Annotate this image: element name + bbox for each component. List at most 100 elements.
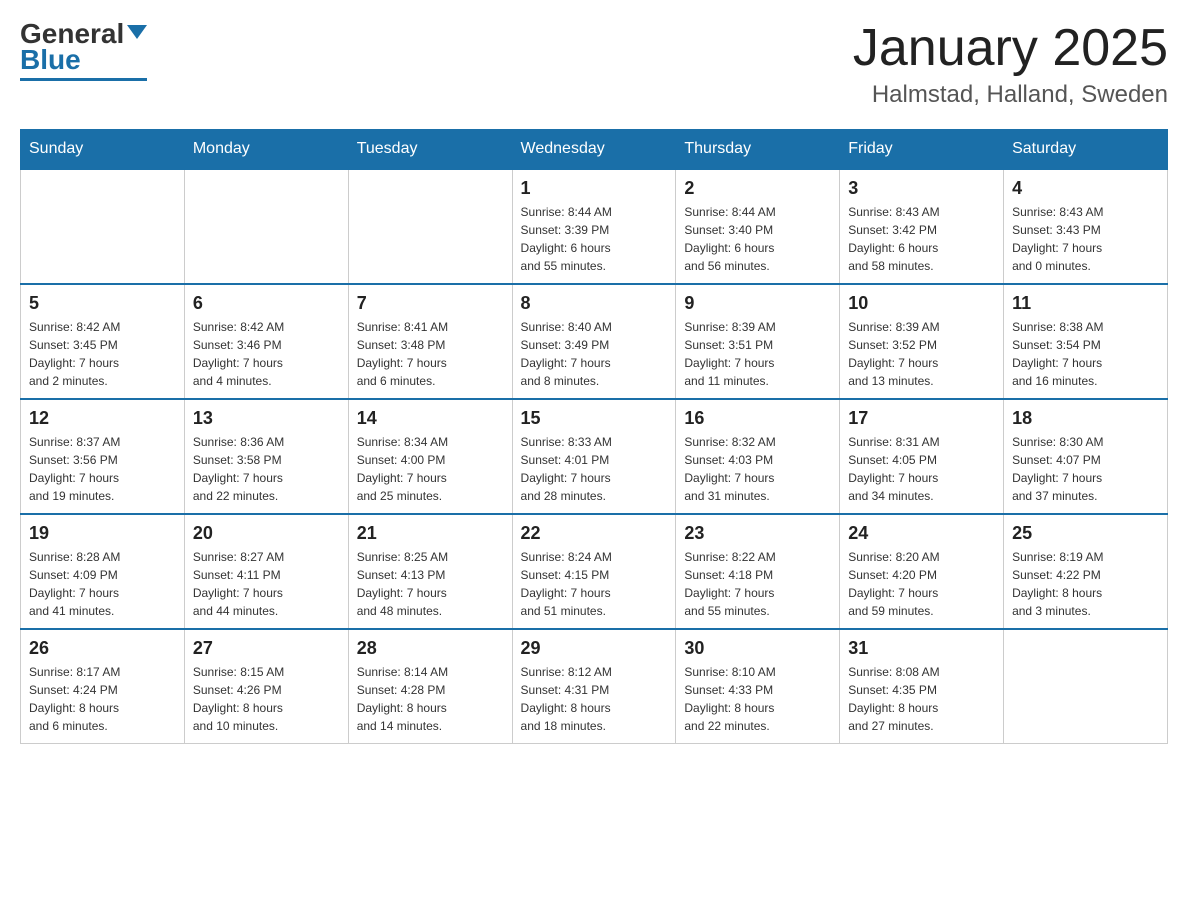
day-number: 28: [357, 638, 504, 659]
day-info: Sunrise: 8:30 AM Sunset: 4:07 PM Dayligh…: [1012, 433, 1159, 505]
day-number: 25: [1012, 523, 1159, 544]
day-info: Sunrise: 8:31 AM Sunset: 4:05 PM Dayligh…: [848, 433, 995, 505]
calendar-cell: 21Sunrise: 8:25 AM Sunset: 4:13 PM Dayli…: [348, 514, 512, 629]
day-info: Sunrise: 8:44 AM Sunset: 3:39 PM Dayligh…: [521, 203, 668, 275]
day-number: 5: [29, 293, 176, 314]
calendar-cell: 16 Sunrise: 8:32 AM Sunset: 4:03 PM Dayli…: [676, 399, 840, 514]
day-info: Sunrise: 8:36 AM Sunset: 3:58 PM Dayligh…: [193, 433, 340, 505]
day-number: 15: [521, 408, 668, 429]
calendar-header-row: SundayMondayTuesdayWednesdayThursdayFrid…: [21, 130, 1168, 170]
day-number: 9: [684, 293, 831, 314]
day-number: 19: [29, 523, 176, 544]
day-number: 16: [684, 408, 831, 429]
day-number: 29: [521, 638, 668, 659]
calendar-cell: 5 Sunrise: 8:42 AM Sunset: 3:45 PM Daylig…: [21, 284, 185, 399]
column-header-friday: Friday: [840, 130, 1004, 170]
day-number: 13: [193, 408, 340, 429]
calendar-week-row: 19 Sunrise: 8:28 AM Sunset: 4:09 PM Dayli…: [21, 514, 1168, 629]
calendar-week-row: 26 Sunrise: 8:17 AM Sunset: 4:24 PM Dayli…: [21, 629, 1168, 744]
calendar-cell: 18Sunrise: 8:30 AM Sunset: 4:07 PM Dayli…: [1004, 399, 1168, 514]
column-header-sunday: Sunday: [21, 130, 185, 170]
day-info: Sunrise: 8:43 AM Sunset: 3:43 PM Dayligh…: [1012, 203, 1159, 275]
calendar-cell: [348, 169, 512, 284]
day-number: 2: [684, 178, 831, 199]
day-number: 30: [684, 638, 831, 659]
calendar-cell: 10Sunrise: 8:39 AM Sunset: 3:52 PM Dayli…: [840, 284, 1004, 399]
calendar-cell: [184, 169, 348, 284]
day-info: Sunrise: 8:39 AM Sunset: 3:52 PM Dayligh…: [848, 318, 995, 390]
day-info: Sunrise: 8:17 AM Sunset: 4:24 PM Dayligh…: [29, 663, 176, 735]
calendar-cell: 30 Sunrise: 8:10 AM Sunset: 4:33 PM Dayli…: [676, 629, 840, 744]
day-number: 4: [1012, 178, 1159, 199]
calendar-cell: 3Sunrise: 8:43 AM Sunset: 3:42 PM Daylig…: [840, 169, 1004, 284]
calendar-cell: 2 Sunrise: 8:44 AM Sunset: 3:40 PM Daylig…: [676, 169, 840, 284]
day-number: 31: [848, 638, 995, 659]
calendar-cell: [21, 169, 185, 284]
calendar-cell: 9Sunrise: 8:39 AM Sunset: 3:51 PM Daylig…: [676, 284, 840, 399]
calendar-week-row: 5 Sunrise: 8:42 AM Sunset: 3:45 PM Daylig…: [21, 284, 1168, 399]
day-info: Sunrise: 8:24 AM Sunset: 4:15 PM Dayligh…: [521, 548, 668, 620]
day-info: Sunrise: 8:08 AM Sunset: 4:35 PM Dayligh…: [848, 663, 995, 735]
calendar-cell: 17 Sunrise: 8:31 AM Sunset: 4:05 PM Dayli…: [840, 399, 1004, 514]
day-info: Sunrise: 8:27 AM Sunset: 4:11 PM Dayligh…: [193, 548, 340, 620]
column-header-tuesday: Tuesday: [348, 130, 512, 170]
day-info: Sunrise: 8:25 AM Sunset: 4:13 PM Dayligh…: [357, 548, 504, 620]
day-number: 14: [357, 408, 504, 429]
calendar-cell: 31 Sunrise: 8:08 AM Sunset: 4:35 PM Dayli…: [840, 629, 1004, 744]
day-number: 22: [521, 523, 668, 544]
day-info: Sunrise: 8:44 AM Sunset: 3:40 PM Dayligh…: [684, 203, 831, 275]
day-info: Sunrise: 8:32 AM Sunset: 4:03 PM Dayligh…: [684, 433, 831, 505]
column-header-monday: Monday: [184, 130, 348, 170]
calendar-cell: 12 Sunrise: 8:37 AM Sunset: 3:56 PM Dayli…: [21, 399, 185, 514]
location-subtitle: Halmstad, Halland, Sweden: [853, 81, 1168, 109]
day-info: Sunrise: 8:19 AM Sunset: 4:22 PM Dayligh…: [1012, 548, 1159, 620]
day-info: Sunrise: 8:10 AM Sunset: 4:33 PM Dayligh…: [684, 663, 831, 735]
day-info: Sunrise: 8:43 AM Sunset: 3:42 PM Dayligh…: [848, 203, 995, 275]
calendar-cell: 15Sunrise: 8:33 AM Sunset: 4:01 PM Dayli…: [512, 399, 676, 514]
day-info: Sunrise: 8:28 AM Sunset: 4:09 PM Dayligh…: [29, 548, 176, 620]
calendar-cell: 14 Sunrise: 8:34 AM Sunset: 4:00 PM Dayli…: [348, 399, 512, 514]
title-section: January 2025 Halmstad, Halland, Sweden: [853, 20, 1168, 109]
day-number: 6: [193, 293, 340, 314]
calendar-week-row: 12 Sunrise: 8:37 AM Sunset: 3:56 PM Dayli…: [21, 399, 1168, 514]
day-number: 8: [521, 293, 668, 314]
day-number: 23: [684, 523, 831, 544]
day-info: Sunrise: 8:40 AM Sunset: 3:49 PM Dayligh…: [521, 318, 668, 390]
calendar-cell: 24Sunrise: 8:20 AM Sunset: 4:20 PM Dayli…: [840, 514, 1004, 629]
day-number: 11: [1012, 293, 1159, 314]
day-number: 26: [29, 638, 176, 659]
day-info: Sunrise: 8:42 AM Sunset: 3:46 PM Dayligh…: [193, 318, 340, 390]
month-title: January 2025: [853, 20, 1168, 77]
day-number: 24: [848, 523, 995, 544]
day-info: Sunrise: 8:41 AM Sunset: 3:48 PM Dayligh…: [357, 318, 504, 390]
calendar-cell: 26 Sunrise: 8:17 AM Sunset: 4:24 PM Dayli…: [21, 629, 185, 744]
calendar-cell: [1004, 629, 1168, 744]
calendar-cell: 29 Sunrise: 8:12 AM Sunset: 4:31 PM Dayli…: [512, 629, 676, 744]
calendar-cell: 23 Sunrise: 8:22 AM Sunset: 4:18 PM Dayli…: [676, 514, 840, 629]
day-number: 20: [193, 523, 340, 544]
calendar-cell: 8 Sunrise: 8:40 AM Sunset: 3:49 PM Daylig…: [512, 284, 676, 399]
day-info: Sunrise: 8:34 AM Sunset: 4:00 PM Dayligh…: [357, 433, 504, 505]
day-info: Sunrise: 8:14 AM Sunset: 4:28 PM Dayligh…: [357, 663, 504, 735]
day-number: 12: [29, 408, 176, 429]
calendar-cell: 20 Sunrise: 8:27 AM Sunset: 4:11 PM Dayli…: [184, 514, 348, 629]
calendar-cell: 27 Sunrise: 8:15 AM Sunset: 4:26 PM Dayli…: [184, 629, 348, 744]
day-number: 17: [848, 408, 995, 429]
logo-blue-text: Blue: [20, 46, 81, 74]
calendar-cell: 11 Sunrise: 8:38 AM Sunset: 3:54 PM Dayli…: [1004, 284, 1168, 399]
calendar-cell: 19 Sunrise: 8:28 AM Sunset: 4:09 PM Dayli…: [21, 514, 185, 629]
day-info: Sunrise: 8:15 AM Sunset: 4:26 PM Dayligh…: [193, 663, 340, 735]
day-info: Sunrise: 8:22 AM Sunset: 4:18 PM Dayligh…: [684, 548, 831, 620]
day-number: 1: [521, 178, 668, 199]
calendar-cell: 1 Sunrise: 8:44 AM Sunset: 3:39 PM Daylig…: [512, 169, 676, 284]
day-number: 7: [357, 293, 504, 314]
page-header: General Blue January 2025 Halmstad, Hall…: [20, 20, 1168, 109]
day-number: 27: [193, 638, 340, 659]
day-info: Sunrise: 8:12 AM Sunset: 4:31 PM Dayligh…: [521, 663, 668, 735]
column-header-thursday: Thursday: [676, 130, 840, 170]
day-info: Sunrise: 8:37 AM Sunset: 3:56 PM Dayligh…: [29, 433, 176, 505]
calendar-table: SundayMondayTuesdayWednesdayThursdayFrid…: [20, 129, 1168, 744]
day-info: Sunrise: 8:42 AM Sunset: 3:45 PM Dayligh…: [29, 318, 176, 390]
logo-underline: [20, 78, 147, 81]
day-info: Sunrise: 8:38 AM Sunset: 3:54 PM Dayligh…: [1012, 318, 1159, 390]
